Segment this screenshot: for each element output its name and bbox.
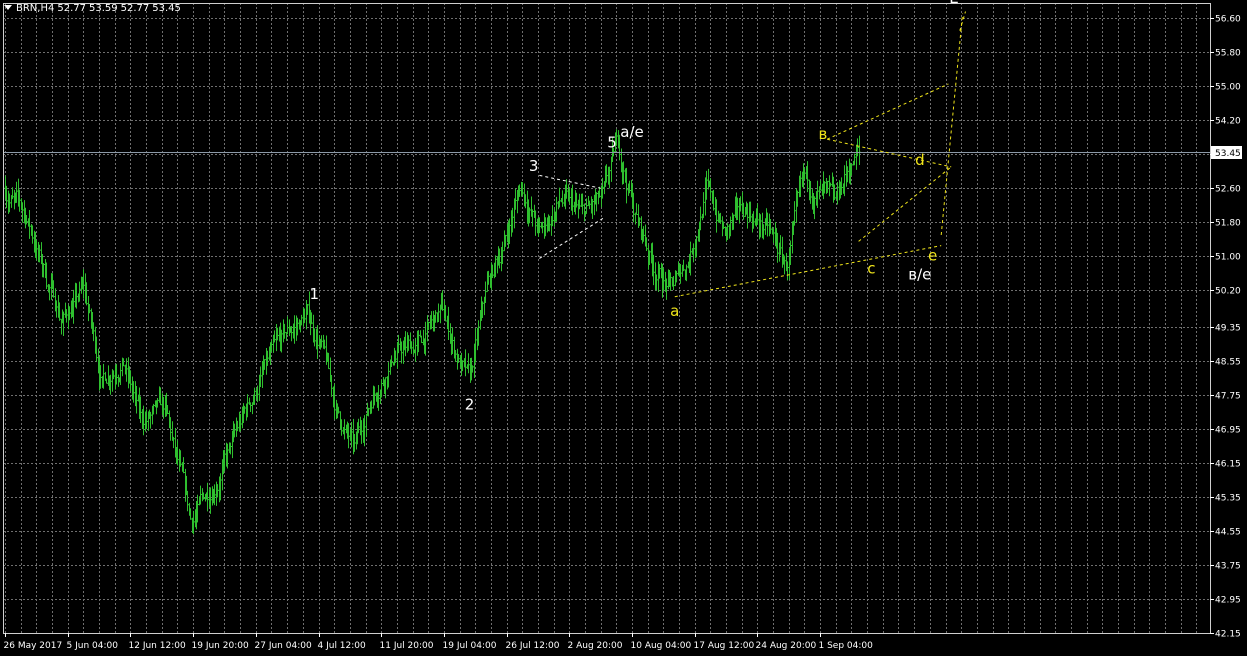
wave-label: а/е: [620, 123, 643, 141]
high-value: 53.59: [89, 3, 118, 14]
wave-label: а: [670, 302, 679, 320]
y-tick-label: 56.60: [1215, 15, 1241, 25]
x-tick-label: 11 Jul 20:00: [380, 641, 434, 651]
y-tick-label: 46.15: [1215, 460, 1241, 470]
wave-label: с: [867, 259, 875, 277]
y-tick-label: 55.80: [1215, 49, 1241, 59]
x-tick-label: 24 Aug 20:00: [756, 641, 817, 651]
y-tick-label: 46.95: [1215, 426, 1241, 436]
x-tick-label: 5 Jun 04:00: [67, 641, 119, 651]
wave-label: в: [819, 125, 828, 143]
x-tick-label: 19 Jun 20:00: [192, 641, 249, 651]
x-tick-label: 27 Jun 04:00: [255, 641, 312, 651]
price-tag-label: 53.45: [1215, 149, 1241, 159]
price-chart[interactable]: 1235а/евdасев/еE 42.1542.9543.7544.5545.…: [0, 0, 1247, 656]
symbol-name: BRN,H4: [16, 3, 55, 14]
y-tick-label: 43.75: [1215, 562, 1241, 572]
x-tick-label: 12 Jun 12:00: [129, 641, 186, 651]
x-tick-label: 2 Aug 20:00: [568, 641, 623, 651]
y-tick-label: 54.20: [1215, 117, 1241, 127]
y-tick-label: 45.35: [1215, 494, 1241, 504]
x-tick-label: 17 Aug 12:00: [694, 641, 755, 651]
x-tick-label: 26 Jul 12:00: [506, 641, 560, 651]
wave-label: 1: [309, 285, 319, 303]
x-tick-label: 1 Sep 04:00: [819, 641, 874, 651]
y-tick-label: 50.20: [1215, 287, 1241, 297]
close-value: 53.45: [152, 3, 181, 14]
y-tick-label: 42.15: [1215, 630, 1241, 640]
y-tick-label: 44.55: [1215, 528, 1241, 538]
y-tick-label: 55.00: [1215, 83, 1241, 93]
wave-label: е: [928, 247, 937, 265]
current-price-tag: 53.45: [1211, 146, 1242, 159]
x-tick-label: 4 Jul 12:00: [318, 641, 367, 651]
y-tick-label: 52.60: [1215, 185, 1241, 195]
wave-label: 2: [465, 396, 475, 414]
y-tick-label: 51.80: [1215, 219, 1241, 229]
x-tick-label: 10 Aug 04:00: [631, 641, 692, 651]
wave-label: 5: [607, 134, 617, 152]
y-tick-label: 42.95: [1215, 596, 1241, 606]
wave-label: d: [915, 151, 925, 169]
y-tick-label: 49.35: [1215, 324, 1241, 334]
y-tick-label: 47.75: [1215, 392, 1241, 402]
menu-triangle-icon[interactable]: [4, 5, 12, 10]
x-tick-label: 26 May 2017: [4, 641, 63, 651]
y-tick-label: 48.55: [1215, 358, 1241, 368]
y-tick-label: 51.00: [1215, 253, 1241, 263]
low-value: 52.77: [120, 3, 150, 14]
symbol-header: BRN,H4 52.77 53.59 52.77 53.45: [4, 3, 184, 14]
wave-label: в/е: [908, 266, 931, 284]
x-tick-label: 19 Jul 04:00: [443, 641, 497, 651]
open-value: 52.77: [57, 3, 86, 14]
wave-label: 3: [529, 157, 539, 175]
